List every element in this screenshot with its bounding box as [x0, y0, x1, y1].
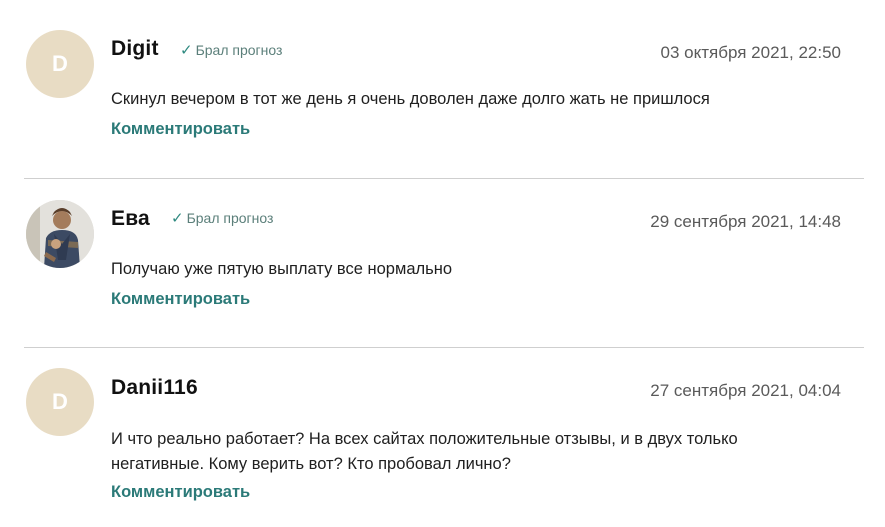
- comment-date: 29 сентября 2021, 14:48: [650, 212, 841, 231]
- verified-badge: ✓ Брал прогноз: [171, 209, 273, 227]
- comment-author[interactable]: Digit: [111, 37, 159, 61]
- comment-item: D Digit ✓ Брал прогноз 03 октября 2021, …: [0, 0, 885, 179]
- comment-text: Получаю уже пятую выплату все нормально: [111, 260, 453, 278]
- verified-badge: ✓ Брал прогноз: [180, 41, 282, 59]
- comment-author[interactable]: Danii116: [111, 376, 198, 400]
- comment-reply-button[interactable]: Комментировать: [111, 290, 250, 309]
- verified-label: Брал прогноз: [195, 42, 283, 58]
- comment-reply-button[interactable]: Комментировать: [111, 483, 250, 502]
- comment-text: Скинул вечером в тот же день я очень дов…: [111, 90, 710, 108]
- comment-text: И что реально работает? На всех сайтах п…: [111, 430, 738, 473]
- comment-reply-button[interactable]: Комментировать: [111, 120, 250, 139]
- checkmark-icon: ✓: [180, 42, 193, 59]
- comment-item: Ева ✓ Брал прогноз 29 сентября 2021, 14:…: [0, 179, 885, 348]
- checkmark-icon: ✓: [171, 210, 184, 227]
- verified-label: Брал прогноз: [186, 210, 274, 226]
- avatar-photo: [26, 200, 94, 268]
- comment-author[interactable]: Ева: [111, 207, 150, 231]
- avatar[interactable]: D: [26, 30, 94, 98]
- avatar[interactable]: D: [26, 368, 94, 436]
- comment-item: D Danii116 27 сентября 2021, 04:04 И что…: [0, 348, 885, 527]
- avatar[interactable]: [26, 200, 94, 268]
- comment-date: 03 октября 2021, 22:50: [660, 43, 841, 62]
- comment-date: 27 сентября 2021, 04:04: [650, 381, 841, 400]
